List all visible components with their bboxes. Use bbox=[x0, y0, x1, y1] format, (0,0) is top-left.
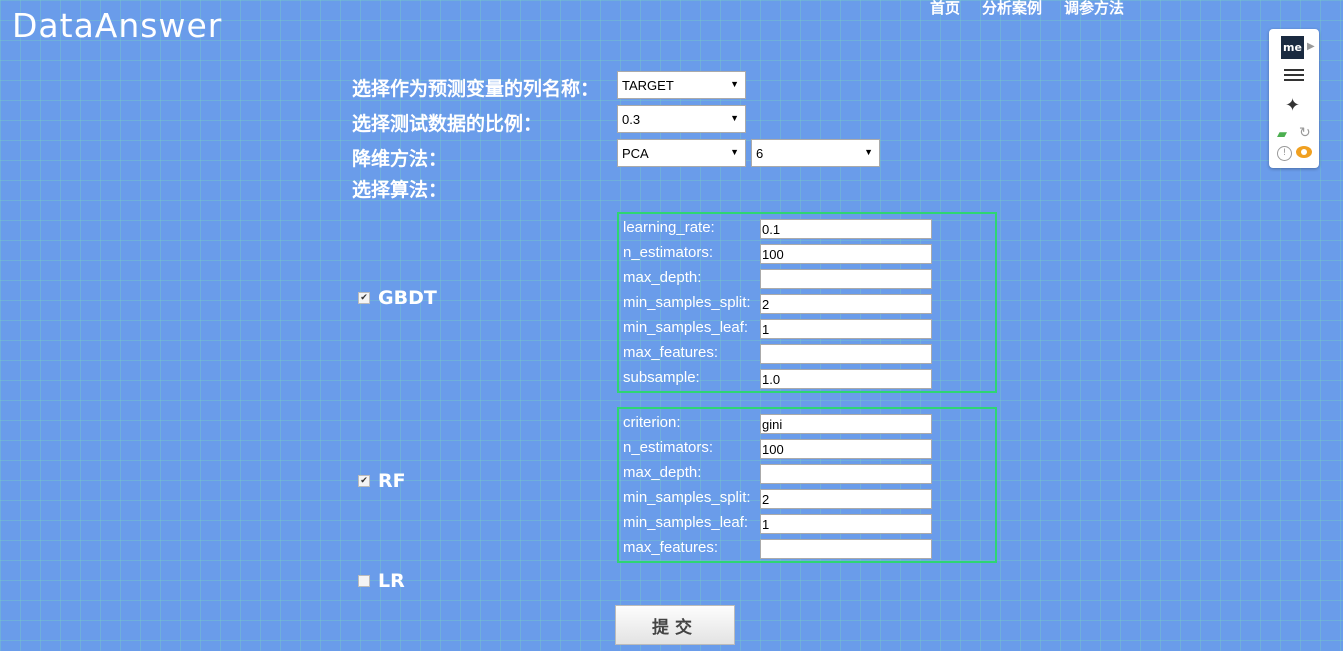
rf-max-features-input[interactable] bbox=[760, 539, 932, 559]
gbdt-learning-rate-input[interactable]: 0.1 bbox=[760, 219, 932, 239]
param-label: n_estimators: bbox=[623, 244, 714, 261]
dim-reduce-n-select[interactable]: 6 ▼ bbox=[751, 139, 880, 167]
nav-home[interactable]: 首页 bbox=[930, 0, 960, 16]
param-label: subsample: bbox=[623, 369, 700, 386]
param-label: max_depth: bbox=[623, 269, 702, 286]
nav-cases[interactable]: 分析案例 bbox=[982, 0, 1042, 16]
test-ratio-select[interactable]: 0.3 ▼ bbox=[617, 105, 746, 133]
eye-icon[interactable] bbox=[1296, 146, 1312, 158]
gbdt-min-samples-split-input[interactable]: 2 bbox=[760, 294, 932, 314]
algo-rf-label: RF bbox=[378, 470, 406, 492]
param-label: min_samples_split: bbox=[623, 294, 751, 311]
rf-criterion-input[interactable]: gini bbox=[760, 414, 932, 434]
rf-max-depth-input[interactable] bbox=[760, 464, 932, 484]
dim-reduce-method-select[interactable]: PCA ▼ bbox=[617, 139, 746, 167]
gbdt-max-features-input[interactable] bbox=[760, 344, 932, 364]
param-label: min_samples_leaf: bbox=[623, 514, 749, 531]
refresh-icon[interactable]: ↻ bbox=[1299, 125, 1311, 141]
rf-n-estimators-input[interactable]: 100 bbox=[760, 439, 932, 459]
test-ratio-value: 0.3 bbox=[622, 112, 641, 127]
me-extension-icon[interactable]: me bbox=[1281, 36, 1304, 59]
chevron-down-icon: ▼ bbox=[730, 79, 739, 89]
target-select-value: TARGET bbox=[622, 78, 674, 93]
target-label: 选择作为预测变量的列名称： bbox=[352, 78, 600, 100]
nav-tuning[interactable]: 调参方法 bbox=[1064, 0, 1124, 16]
gbdt-subsample-input[interactable]: 1.0 bbox=[760, 369, 932, 389]
chevron-down-icon: ▼ bbox=[730, 113, 739, 123]
algo-label: 选择算法： bbox=[352, 179, 448, 201]
gbdt-max-depth-input[interactable] bbox=[760, 269, 932, 289]
submit-button[interactable]: 提交 bbox=[615, 605, 735, 645]
param-label: n_estimators: bbox=[623, 439, 714, 456]
gbdt-min-samples-leaf-input[interactable]: 1 bbox=[760, 319, 932, 339]
magic-wand-icon[interactable]: ✦ bbox=[1285, 95, 1300, 116]
target-select[interactable]: TARGET ▼ bbox=[617, 71, 746, 99]
dim-reduce-n-value: 6 bbox=[756, 146, 764, 161]
algo-lr-label: LR bbox=[378, 570, 405, 592]
param-label: learning_rate: bbox=[623, 219, 715, 236]
algo-rf[interactable]: ✔ RF bbox=[358, 470, 406, 492]
algo-gbdt-label: GBDT bbox=[378, 287, 437, 309]
gbdt-n-estimators-input[interactable]: 100 bbox=[760, 244, 932, 264]
param-label: min_samples_leaf: bbox=[623, 319, 749, 336]
chevron-down-icon: ▼ bbox=[730, 147, 739, 157]
chevron-down-icon: ▼ bbox=[864, 147, 873, 157]
param-label: min_samples_split: bbox=[623, 489, 751, 506]
param-label: max_features: bbox=[623, 539, 719, 556]
warning-icon[interactable]: ! bbox=[1277, 146, 1292, 161]
test-ratio-label: 选择测试数据的比例： bbox=[352, 113, 543, 135]
rf-min-samples-leaf-input[interactable]: 1 bbox=[760, 514, 932, 534]
cast-icon[interactable]: ▰ bbox=[1277, 127, 1287, 142]
algo-gbdt[interactable]: ✔ GBDT bbox=[358, 287, 437, 309]
extension-toolbar: me ▶ ✦ ▰ ↻ ! bbox=[1269, 29, 1319, 168]
play-arrow-icon[interactable]: ▶ bbox=[1307, 41, 1315, 52]
param-label: max_depth: bbox=[623, 464, 702, 481]
dim-reduce-label: 降维方法： bbox=[352, 148, 448, 170]
param-label: max_features: bbox=[623, 344, 719, 361]
hamburger-menu-icon[interactable] bbox=[1284, 69, 1304, 84]
lr-checkbox[interactable] bbox=[358, 575, 370, 587]
dim-reduce-method-value: PCA bbox=[622, 146, 649, 161]
gbdt-params-box: learning_rate: 0.1 n_estimators: 100 max… bbox=[617, 212, 997, 393]
rf-min-samples-split-input[interactable]: 2 bbox=[760, 489, 932, 509]
rf-checkbox[interactable]: ✔ bbox=[358, 475, 370, 487]
algo-lr[interactable]: LR bbox=[358, 570, 405, 592]
gbdt-checkbox[interactable]: ✔ bbox=[358, 292, 370, 304]
top-nav: 首页 分析案例 调参方法 bbox=[930, 0, 1146, 16]
site-logo[interactable]: DataAnswer bbox=[12, 6, 222, 45]
rf-params-box: criterion: gini n_estimators: 100 max_de… bbox=[617, 407, 997, 563]
param-label: criterion: bbox=[623, 414, 681, 431]
